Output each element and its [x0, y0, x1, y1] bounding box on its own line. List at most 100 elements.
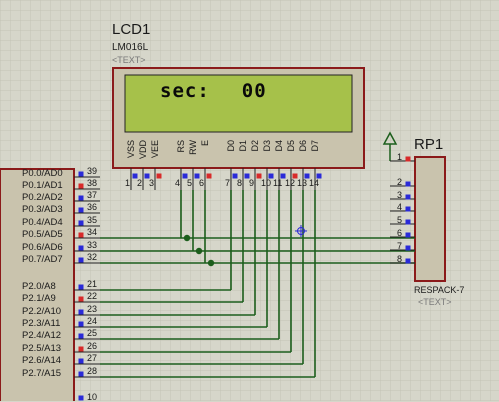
lcd-pin-number: 14 — [309, 178, 320, 188]
lcd-pin-number: 12 — [285, 178, 296, 188]
rp-pin-marker[interactable] — [405, 219, 411, 225]
rp-model-label: RESPACK-7 — [414, 285, 465, 295]
lcd-pin-label: D0 — [226, 140, 236, 152]
rp-pin-marker[interactable] — [405, 232, 411, 238]
rp-pin-number: 3 — [397, 190, 403, 200]
lcd-pin-number: 8 — [237, 178, 243, 188]
lcd-pin-number: 13 — [297, 178, 308, 188]
port2-pin-number: 26 — [87, 341, 98, 351]
rp-pin-marker[interactable] — [405, 181, 411, 187]
lcd-pin-label: RW — [188, 140, 198, 155]
port0-pin-label: P0.0/AD0 — [22, 168, 63, 179]
rp-pin-number: 6 — [397, 228, 403, 238]
lcd-pin-number: 7 — [225, 178, 231, 188]
lcd-pin-marker[interactable] — [206, 173, 212, 179]
port0-pin-label: P0.5/AD5 — [22, 229, 63, 240]
mcu-pin-marker[interactable] — [78, 358, 84, 364]
port2-pin-label: P2.1/A9 — [22, 293, 56, 304]
rp-component-name[interactable]: RP1 — [414, 136, 443, 153]
port2-pin-label: P2.3/A11 — [22, 318, 61, 329]
lcd-pin-label: VDD — [138, 140, 148, 160]
port0-pin-label: P0.7/AD7 — [22, 254, 63, 265]
mcu-pin-marker[interactable] — [78, 207, 84, 213]
port0-pin-number: 38 — [87, 178, 98, 188]
lcd-pin-label: RS — [176, 140, 186, 153]
lcd-pin-number: 5 — [187, 178, 193, 188]
lcd-pin-number: 9 — [249, 178, 255, 188]
rp-pin-number: 4 — [397, 202, 403, 212]
lcd-pin-number: 1 — [125, 178, 131, 188]
port0-pin-label: P0.3/AD3 — [22, 204, 63, 215]
port0-pin-label: P0.6/AD6 — [22, 242, 63, 253]
rp-pin-number: 7 — [397, 241, 403, 251]
wire-junction — [207, 259, 215, 267]
lcd-display-value: 00 — [241, 80, 267, 102]
lcd-pin-number: 6 — [199, 178, 205, 188]
port2-pin-label: P2.2/A10 — [22, 306, 62, 317]
port0-pin-number: 37 — [87, 190, 98, 200]
port0-pin-number: 35 — [87, 215, 98, 225]
port0-pin-label: P0.2/AD2 — [22, 192, 63, 203]
lcd-pin-label: VEE — [150, 140, 160, 159]
lcd-pin-number: 2 — [137, 178, 143, 188]
lcd-component-name[interactable]: LCD1 — [112, 21, 150, 38]
port0-pin-number: 34 — [87, 227, 98, 237]
port0-pin-number: 32 — [87, 252, 98, 262]
mcu-pin-marker[interactable] — [78, 346, 84, 352]
lcd-display-text: sec: 00 — [160, 80, 267, 102]
mcu-pin-marker[interactable] — [78, 183, 84, 189]
rp-pin-number: 1 — [397, 152, 403, 162]
rp-pin-number: 2 — [397, 177, 403, 187]
mcu-pin-marker[interactable] — [78, 171, 84, 177]
lcd-pin-number: 11 — [273, 178, 283, 188]
rp-pin-marker[interactable] — [405, 194, 411, 200]
lcd-pin-marker[interactable] — [156, 173, 162, 179]
mcu-pin-marker[interactable] — [78, 309, 84, 315]
schematic-canvas[interactable] — [0, 0, 499, 401]
port2-pin-number: 24 — [87, 316, 98, 326]
port0-pin-label: P0.1/AD1 — [22, 180, 63, 191]
port2-pin-number: 25 — [87, 328, 98, 338]
port2-pin-number: 22 — [87, 291, 98, 301]
port2-pin-number: 23 — [87, 304, 98, 314]
port2-pin-label: P2.4/A12 — [22, 330, 62, 341]
lcd-text-placeholder: <TEXT> — [112, 55, 146, 65]
wire-junction — [183, 234, 191, 242]
port2-pin-label: P2.6/A14 — [22, 355, 62, 366]
port2-pin-label: P2.5/A13 — [22, 343, 62, 354]
lcd-pin-label: VSS — [126, 140, 136, 159]
port0-pin-number: 36 — [87, 202, 98, 212]
rp-pin-number: 5 — [397, 215, 403, 225]
lcd-pin-label: D4 — [274, 140, 284, 152]
port0-pin-label: P0.4/AD4 — [22, 217, 63, 228]
mcu-pin-marker[interactable] — [78, 220, 84, 226]
rp-text-placeholder: <TEXT> — [418, 297, 452, 307]
mcu-pin-marker[interactable] — [78, 395, 84, 401]
rp-body[interactable] — [414, 156, 446, 282]
port0-pin-number: 39 — [87, 166, 98, 176]
mcu-pin-marker[interactable] — [78, 321, 84, 327]
port2-pin-number: 28 — [87, 366, 98, 376]
mcu-pin-marker[interactable] — [78, 257, 84, 263]
mcu-pin-marker[interactable] — [78, 195, 84, 201]
mcu-pin-marker[interactable] — [78, 245, 84, 251]
lcd-pin-label: E — [200, 140, 210, 147]
mcu-pin-marker[interactable] — [78, 371, 84, 377]
rp-pin-marker[interactable] — [405, 245, 411, 251]
lcd-pin-label: D3 — [262, 140, 272, 152]
mcu-pin-marker[interactable] — [78, 232, 84, 238]
rp-pin-marker[interactable] — [405, 258, 411, 264]
rp-pin-marker[interactable] — [405, 206, 411, 212]
mcu-pin-marker[interactable] — [78, 296, 84, 302]
mcu-pin-marker[interactable] — [78, 284, 84, 290]
lcd-pin-label: D2 — [250, 140, 260, 152]
mcu-pin-marker[interactable] — [78, 333, 84, 339]
lcd-pin-label: D7 — [310, 140, 320, 152]
port2-pin-label: P2.7/A15 — [22, 368, 62, 379]
lcd-pin-number: 4 — [175, 178, 181, 188]
lcd-pin-label: D1 — [238, 140, 248, 152]
port0-pin-number: 33 — [87, 240, 98, 250]
rp-pin-marker[interactable] — [405, 156, 411, 162]
wire-junction — [195, 247, 203, 255]
port2-pin-number: 21 — [87, 279, 98, 289]
